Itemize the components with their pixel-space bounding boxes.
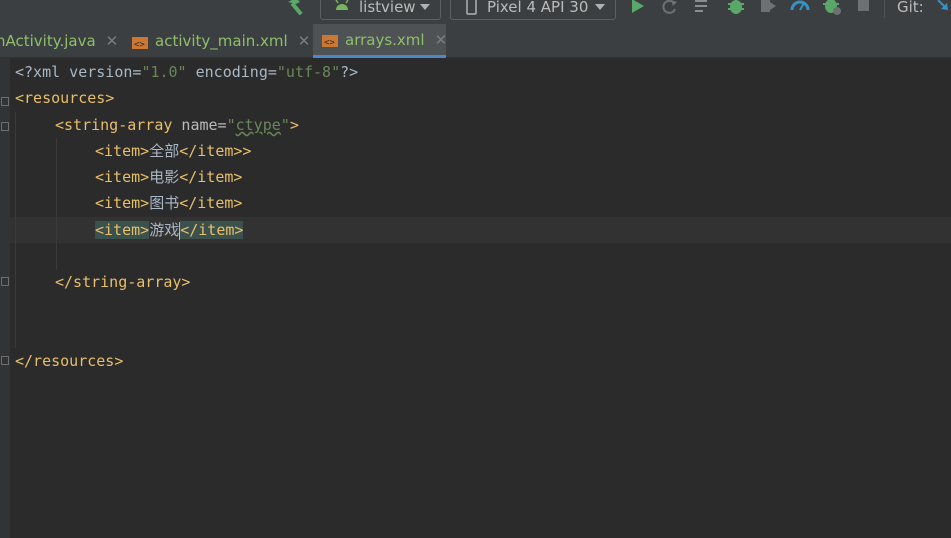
fold-icon[interactable] (1, 356, 9, 365)
code-editor[interactable]: <?xml version="1.0" encoding="utf-8"?> <… (0, 58, 951, 538)
tab-label: activity_main.xml (155, 32, 288, 50)
fold-icon[interactable] (1, 97, 9, 106)
debug-icon[interactable] (726, 0, 746, 16)
code-line-5: <item>电影</item> (95, 168, 243, 186)
code-line-9: </string-array> (55, 273, 191, 291)
android-icon (335, 0, 349, 10)
tab-label: nActivity.java (0, 32, 96, 50)
xml-file-icon: <> (321, 31, 339, 48)
code-line-3: <string-array name="ctype"> (55, 116, 299, 134)
profiler-icon[interactable] (790, 0, 810, 16)
toolbar-divider (884, 0, 885, 18)
logcat-icon[interactable] (694, 0, 712, 16)
hammer-icon[interactable] (284, 0, 306, 18)
tab-label: arrays.xml (345, 30, 425, 49)
tab-mainactivity-java[interactable]: nActivity.java ✕ (0, 24, 124, 58)
fold-icon[interactable] (1, 122, 9, 131)
svg-text:<>: <> (324, 38, 335, 48)
fold-icon[interactable] (1, 277, 9, 286)
chevron-down-icon (420, 4, 430, 10)
chevron-down-icon (595, 4, 605, 10)
git-label: Git: (897, 0, 924, 16)
svg-text:<>: <> (134, 40, 145, 50)
run-config-select[interactable]: listview (320, 0, 441, 20)
indent-guide (15, 112, 16, 348)
main-toolbar: listview Pixel 4 API 30 Git: (0, 0, 951, 24)
phone-icon (466, 0, 477, 15)
code-line-2: <resources> (15, 89, 115, 107)
code-line-4: <item>全部</item>> (95, 142, 252, 160)
code-line-6: <item>图书</item> (95, 194, 243, 212)
close-icon[interactable]: ✕ (435, 31, 448, 49)
attach-debugger-icon[interactable] (758, 0, 778, 16)
indent-guide (56, 138, 57, 270)
apply-changes-icon[interactable] (822, 0, 842, 16)
device-label: Pixel 4 API 30 (487, 0, 589, 16)
code-line-7: <item>游戏</item> (95, 221, 244, 240)
stop-icon[interactable] (856, 0, 872, 14)
device-select[interactable]: Pixel 4 API 30 (450, 0, 616, 20)
git-update-icon[interactable] (935, 0, 951, 13)
editor-tabs: nActivity.java ✕ <> activity_main.xml ✕ … (0, 24, 951, 58)
code-line-12: </resources> (15, 352, 124, 370)
code-line-1: <?xml version="1.0" encoding="utf-8"?> (15, 63, 359, 81)
tab-arrays-xml[interactable]: <> arrays.xml ✕ (313, 24, 448, 58)
rerun-icon[interactable] (660, 0, 678, 16)
close-icon[interactable]: ✕ (106, 32, 119, 50)
run-icon[interactable] (630, 0, 646, 16)
xml-file-icon: <> (131, 33, 149, 50)
close-icon[interactable]: ✕ (298, 32, 311, 50)
tab-activity-main-xml[interactable]: <> activity_main.xml ✕ (131, 24, 310, 58)
run-config-label: listview (359, 0, 416, 16)
